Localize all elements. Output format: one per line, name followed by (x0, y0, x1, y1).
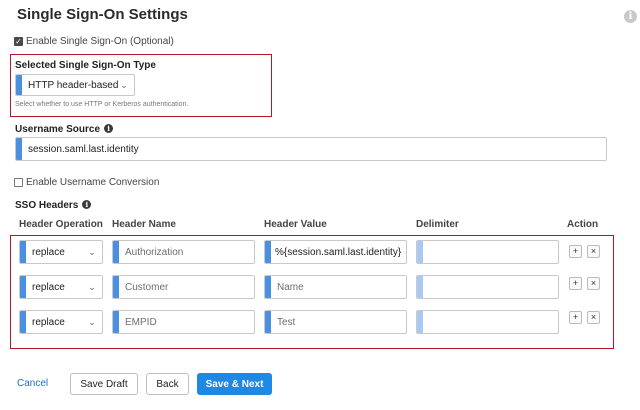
header-operation-select[interactable]: replace ⌄ (19, 275, 103, 299)
column-header-delimiter: Delimiter (416, 219, 459, 230)
info-icon[interactable]: i (82, 200, 92, 209)
header-value-value: Name (277, 281, 304, 293)
header-operation-select[interactable]: replace ⌄ (19, 240, 103, 264)
enable-sso-label: Enable Single Sign-On (Optional) (26, 36, 174, 47)
username-source-label-row: Username Source i (15, 124, 114, 135)
header-value-input[interactable]: Name (264, 275, 407, 299)
header-name-input[interactable]: EMPID (112, 310, 255, 334)
header-name-value: EMPID (125, 316, 157, 328)
input-accent (417, 311, 423, 333)
header-name-input[interactable]: Customer (112, 275, 255, 299)
header-operation-select[interactable]: replace ⌄ (19, 310, 103, 334)
header-operation-value: replace (32, 281, 65, 293)
sso-type-value: HTTP header-based (28, 79, 118, 91)
sso-headers-label-row: SSO Headers i (15, 200, 92, 211)
sso-type-hint: Select whether to use HTTP or Kerberos a… (15, 101, 189, 108)
enable-sso-row[interactable]: ✓ Enable Single Sign-On (Optional) (14, 36, 174, 47)
username-source-input[interactable]: session.saml.last.identity (15, 137, 607, 161)
sso-type-label: Selected Single Sign-On Type (15, 60, 156, 71)
input-accent (417, 241, 423, 263)
cancel-link[interactable]: Cancel (17, 378, 48, 389)
header-name-value: Customer (125, 281, 169, 293)
input-accent (417, 276, 423, 298)
column-header-action: Action (567, 219, 599, 230)
add-row-button[interactable]: + (569, 277, 582, 290)
add-row-button[interactable]: + (569, 245, 582, 258)
info-icon[interactable]: i (624, 10, 637, 23)
chevron-down-icon: ⌄ (120, 79, 128, 90)
header-value-value: Test (277, 316, 296, 328)
delimiter-input[interactable] (416, 310, 559, 334)
save-next-button[interactable]: Save & Next (197, 373, 272, 395)
chevron-down-icon: ⌄ (88, 316, 96, 327)
username-conversion-checkbox[interactable] (14, 178, 23, 187)
remove-row-button[interactable]: × (587, 277, 600, 290)
sso-type-select[interactable]: HTTP header-based ⌄ (15, 74, 135, 96)
header-name-value: Authorization (125, 246, 184, 258)
username-source-label: Username Source (15, 124, 101, 135)
header-value-input[interactable]: Test (264, 310, 407, 334)
delimiter-input[interactable] (416, 275, 559, 299)
column-header-operation: Header Operation (19, 219, 103, 230)
remove-row-button[interactable]: × (587, 245, 600, 258)
header-operation-value: replace (32, 316, 65, 328)
username-conversion-row[interactable]: Enable Username Conversion (14, 177, 159, 188)
column-header-value: Header Value (264, 219, 327, 230)
username-source-value: session.saml.last.identity (28, 143, 139, 155)
save-draft-button[interactable]: Save Draft (70, 373, 138, 395)
enable-sso-checkbox[interactable]: ✓ (14, 37, 23, 46)
add-row-button[interactable]: + (569, 311, 582, 324)
chevron-down-icon: ⌄ (88, 281, 96, 292)
header-name-input[interactable]: Authorization (112, 240, 255, 264)
back-button[interactable]: Back (146, 373, 189, 395)
column-header-name: Header Name (112, 219, 176, 230)
sso-headers-label: SSO Headers (15, 200, 79, 211)
chevron-down-icon: ⌄ (88, 246, 96, 257)
header-value-input[interactable]: %{session.saml.last.identity} (264, 240, 407, 264)
remove-row-button[interactable]: × (587, 311, 600, 324)
delimiter-input[interactable] (416, 240, 559, 264)
username-conversion-label: Enable Username Conversion (26, 177, 160, 188)
header-value-value: %{session.saml.last.identity} (275, 246, 402, 258)
page-title: Single Sign-On Settings (17, 6, 188, 23)
info-icon[interactable]: i (104, 124, 114, 133)
header-operation-value: replace (32, 246, 65, 258)
